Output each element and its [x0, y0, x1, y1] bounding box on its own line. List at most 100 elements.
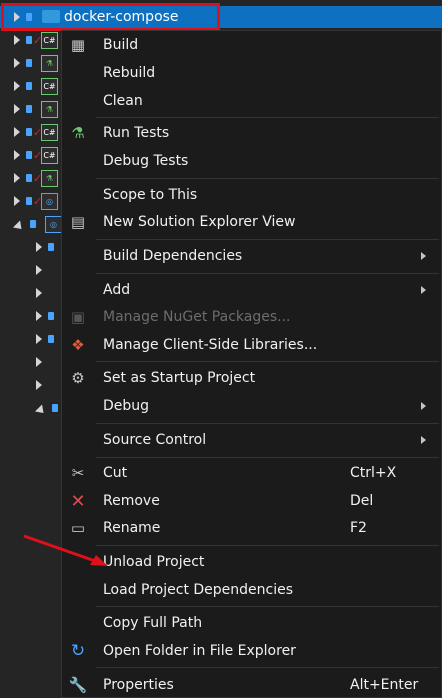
lock-icon [26, 151, 32, 159]
menu-item-scope-to-this[interactable]: Scope to This [62, 181, 441, 209]
expand-arrow-icon[interactable] [36, 357, 42, 367]
expand-arrow-icon[interactable] [36, 334, 42, 344]
expand-arrow-icon[interactable] [14, 104, 20, 114]
gear-icon: ⚙ [71, 369, 85, 387]
checkmark-icon: ✓ [33, 33, 43, 47]
expand-arrow-icon[interactable] [14, 35, 20, 45]
menu-item-label: Remove [103, 493, 160, 509]
menu-item-label: Load Project Dependencies [103, 582, 294, 598]
tree-child-row[interactable] [22, 282, 48, 304]
tree-row-expanded[interactable]: ◎ [0, 213, 62, 235]
tree-row[interactable]: ✓ C# [0, 29, 58, 51]
lock-icon [48, 312, 54, 320]
expand-arrow-icon[interactable] [14, 58, 20, 68]
tree-row[interactable]: ⚗ [0, 98, 58, 120]
menu-separator [96, 545, 439, 546]
menu-item-open-folder[interactable]: ↻ Open Folder in File Explorer [62, 637, 441, 665]
menu-item-label: Build Dependencies [103, 248, 243, 264]
shortcut-label: F2 [350, 520, 367, 536]
menu-item-label: Set as Startup Project [103, 370, 256, 386]
tree-row[interactable]: ✓ C# [0, 144, 58, 166]
menu-separator [96, 667, 439, 668]
tree-row[interactable]: ⚗ [0, 52, 58, 74]
menu-item-build[interactable]: ▦ Build [62, 31, 441, 59]
menu-item-label: Manage Client-Side Libraries... [103, 337, 318, 353]
expand-arrow-icon[interactable] [14, 173, 20, 183]
menu-item-set-startup-project[interactable]: ⚙ Set as Startup Project [62, 364, 441, 392]
checkmark-icon: ✓ [33, 125, 43, 139]
menu-item-label: Cut [103, 465, 128, 481]
web-project-icon: ◎ [41, 192, 58, 210]
menu-item-unload-project[interactable]: Unload Project [62, 548, 441, 576]
expand-arrow-icon[interactable] [36, 265, 42, 275]
lock-icon [52, 404, 58, 412]
menu-item-load-project-dependencies[interactable]: Load Project Dependencies [62, 576, 441, 604]
tree-row[interactable]: ✓ ◎ [0, 190, 58, 212]
lock-icon [48, 243, 54, 251]
tree-child-row[interactable] [22, 236, 55, 258]
menu-item-build-dependencies[interactable]: Build Dependencies [62, 242, 441, 270]
expand-arrow-icon[interactable] [14, 196, 20, 206]
tree-child-row[interactable] [22, 374, 48, 396]
lock-icon [26, 82, 32, 90]
menu-item-label: Scope to This [103, 187, 198, 203]
menu-separator [96, 117, 439, 118]
tree-row[interactable]: C# [0, 75, 58, 97]
checkmark-icon: ✓ [33, 194, 43, 208]
context-menu: ▦ Build Rebuild Clean ⚗ Run Tests Debug … [61, 30, 442, 698]
menu-item-label: Add [103, 282, 131, 298]
submenu-arrow-icon [421, 436, 426, 444]
menu-item-debug-tests[interactable]: Debug Tests [62, 147, 441, 175]
tree-child-row[interactable] [22, 328, 55, 350]
menu-item-run-tests[interactable]: ⚗ Run Tests [62, 119, 441, 147]
menu-item-copy-full-path[interactable]: Copy Full Path [62, 609, 441, 637]
menu-item-new-solution-explorer-view[interactable]: ▤ New Solution Explorer View [62, 208, 441, 236]
menu-item-add[interactable]: Add [62, 276, 441, 304]
menu-item-rebuild[interactable]: Rebuild [62, 59, 441, 87]
tree-child-row[interactable] [22, 259, 48, 281]
expand-arrow-icon[interactable] [36, 311, 42, 321]
expand-arrow-icon[interactable] [36, 242, 42, 252]
menu-separator [96, 273, 439, 274]
tree-child-row-expanded[interactable] [22, 397, 59, 419]
collapse-arrow-icon[interactable] [34, 403, 48, 417]
menu-item-cut[interactable]: ✂ Cut Ctrl+X [62, 459, 441, 487]
expand-arrow-icon[interactable] [36, 380, 42, 390]
expand-arrow-icon[interactable] [36, 288, 42, 298]
menu-item-debug[interactable]: Debug [62, 392, 441, 420]
lock-icon [26, 36, 32, 44]
annotation-highlight-box [1, 3, 220, 31]
annotation-arrow [23, 534, 108, 566]
menu-item-source-control[interactable]: Source Control [62, 426, 441, 454]
menu-item-label: Manage NuGet Packages... [103, 309, 291, 325]
menu-separator [96, 361, 439, 362]
menu-item-remove[interactable]: ✕ Remove Del [62, 487, 441, 515]
expand-arrow-icon[interactable] [14, 150, 20, 160]
web-project-icon: ◎ [45, 215, 62, 233]
tree-child-row[interactable] [22, 305, 55, 327]
menu-item-clean[interactable]: Clean [62, 87, 441, 115]
tree-child-row[interactable] [22, 351, 48, 373]
wrench-icon: 🔧 [68, 676, 88, 694]
menu-item-label: Run Tests [103, 125, 170, 141]
lock-icon [48, 335, 54, 343]
checkmark-icon: ✓ [33, 148, 43, 162]
menu-item-label: New Solution Explorer View [103, 214, 296, 230]
menu-item-label: Rebuild [103, 65, 156, 81]
menu-item-manage-client-libraries[interactable]: ❖ Manage Client-Side Libraries... [62, 331, 441, 359]
lock-icon [26, 59, 32, 67]
tree-row[interactable]: ✓ ⚗ [0, 167, 58, 189]
csharp-project-icon: C# [41, 77, 58, 95]
menu-item-rename[interactable]: ▭ Rename F2 [62, 514, 441, 542]
collapse-arrow-icon[interactable] [12, 219, 26, 233]
expand-arrow-icon[interactable] [14, 127, 20, 137]
menu-item-label: Debug Tests [103, 153, 189, 169]
expand-arrow-icon[interactable] [14, 81, 20, 91]
tree-row[interactable]: ✓ C# [0, 121, 58, 143]
menu-item-properties[interactable]: 🔧 Properties Alt+Enter [62, 671, 441, 698]
lock-icon [30, 220, 36, 228]
menu-separator [96, 457, 439, 458]
lock-icon [26, 105, 32, 113]
lock-icon [26, 128, 32, 136]
test-project-icon: ⚗ [41, 54, 58, 72]
